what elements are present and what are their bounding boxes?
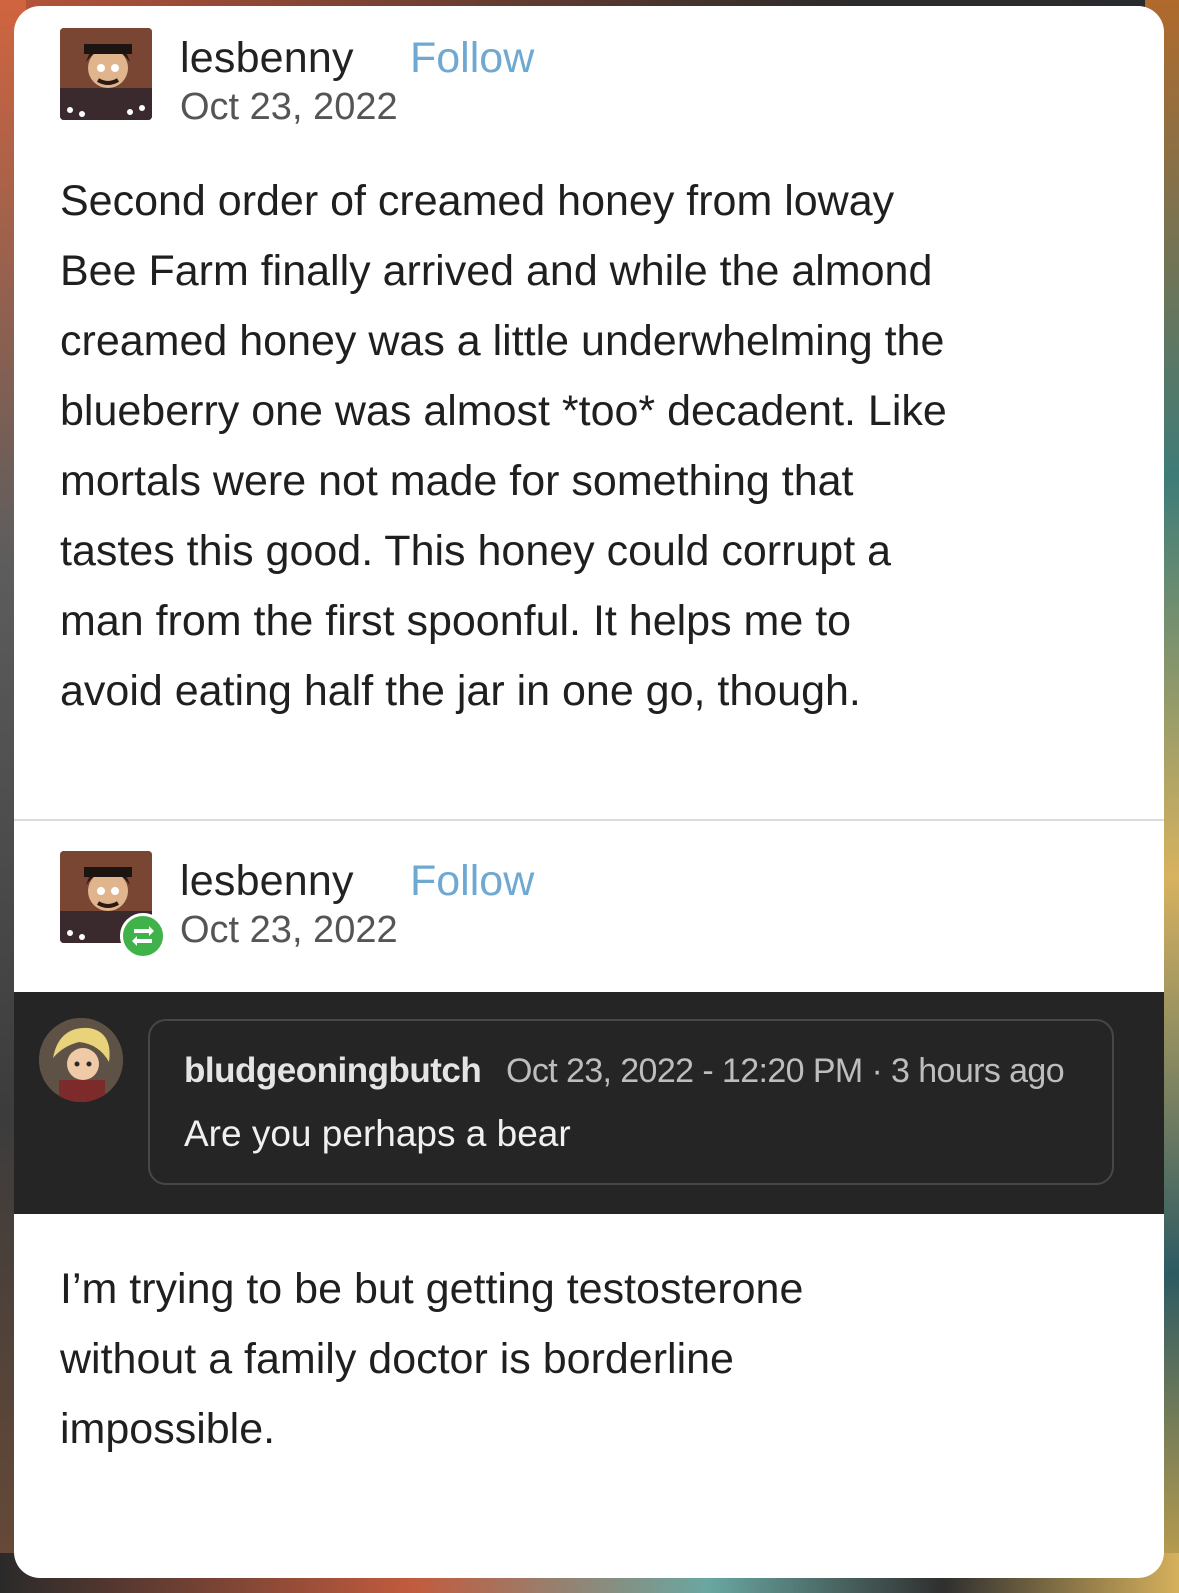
post-card: lesbenny Follow Oct 23, 2022 Second orde… [14, 6, 1164, 1578]
post-username[interactable]: lesbenny [180, 34, 354, 83]
answer-line: without a family doctor is borderline [60, 1335, 734, 1383]
ask-section: bludgeoningbutch Oct 23, 2022 - 12:20 PM… [14, 992, 1164, 1214]
answer-body: I’m trying to be but getting testosteron… [60, 1254, 1100, 1464]
ask-box: bludgeoningbutch Oct 23, 2022 - 12:20 PM… [148, 1019, 1114, 1185]
post-body-line: blueberry one was almost *too* decadent.… [60, 387, 947, 435]
post-body: Second order of creamed honey from loway… [60, 166, 1100, 726]
follow-button[interactable]: Follow [410, 857, 534, 906]
post-body-line: man from the first spoonful. It helps me… [60, 597, 852, 645]
reblog-username[interactable]: lesbenny [180, 857, 354, 906]
post-divider [14, 819, 1164, 821]
answer-line: I’m trying to be but getting testosteron… [60, 1265, 804, 1313]
reblog-header: lesbenny Follow Oct 23, 2022 [60, 851, 960, 961]
reblog-date: Oct 23, 2022 [180, 909, 398, 951]
post-body-line: Second order of creamed honey from loway [60, 177, 895, 225]
post-body-line: tastes this good. This honey could corru… [60, 527, 892, 575]
reblog-icon [120, 913, 166, 959]
asker-avatar-icon[interactable] [39, 1018, 123, 1102]
follow-button[interactable]: Follow [410, 34, 534, 83]
post-body-line: Bee Farm finally arrived and while the a… [60, 247, 933, 295]
post-header: lesbenny Follow Oct 23, 2022 [60, 28, 960, 138]
post-body-line: avoid eating half the jar in one go, tho… [60, 667, 861, 715]
ask-question: Are you perhaps a bear [184, 1113, 571, 1154]
ask-timestamp: Oct 23, 2022 - 12:20 PM · 3 hours ago [506, 1052, 1065, 1090]
answer-line: impossible. [60, 1405, 276, 1453]
post-date: Oct 23, 2022 [180, 86, 398, 128]
post-body-line: mortals were not made for something that [60, 457, 854, 505]
user-avatar-icon[interactable] [60, 28, 152, 120]
post-body-line: creamed honey was a little underwhelming… [60, 317, 945, 365]
asker-username[interactable]: bludgeoningbutch [184, 1051, 482, 1091]
